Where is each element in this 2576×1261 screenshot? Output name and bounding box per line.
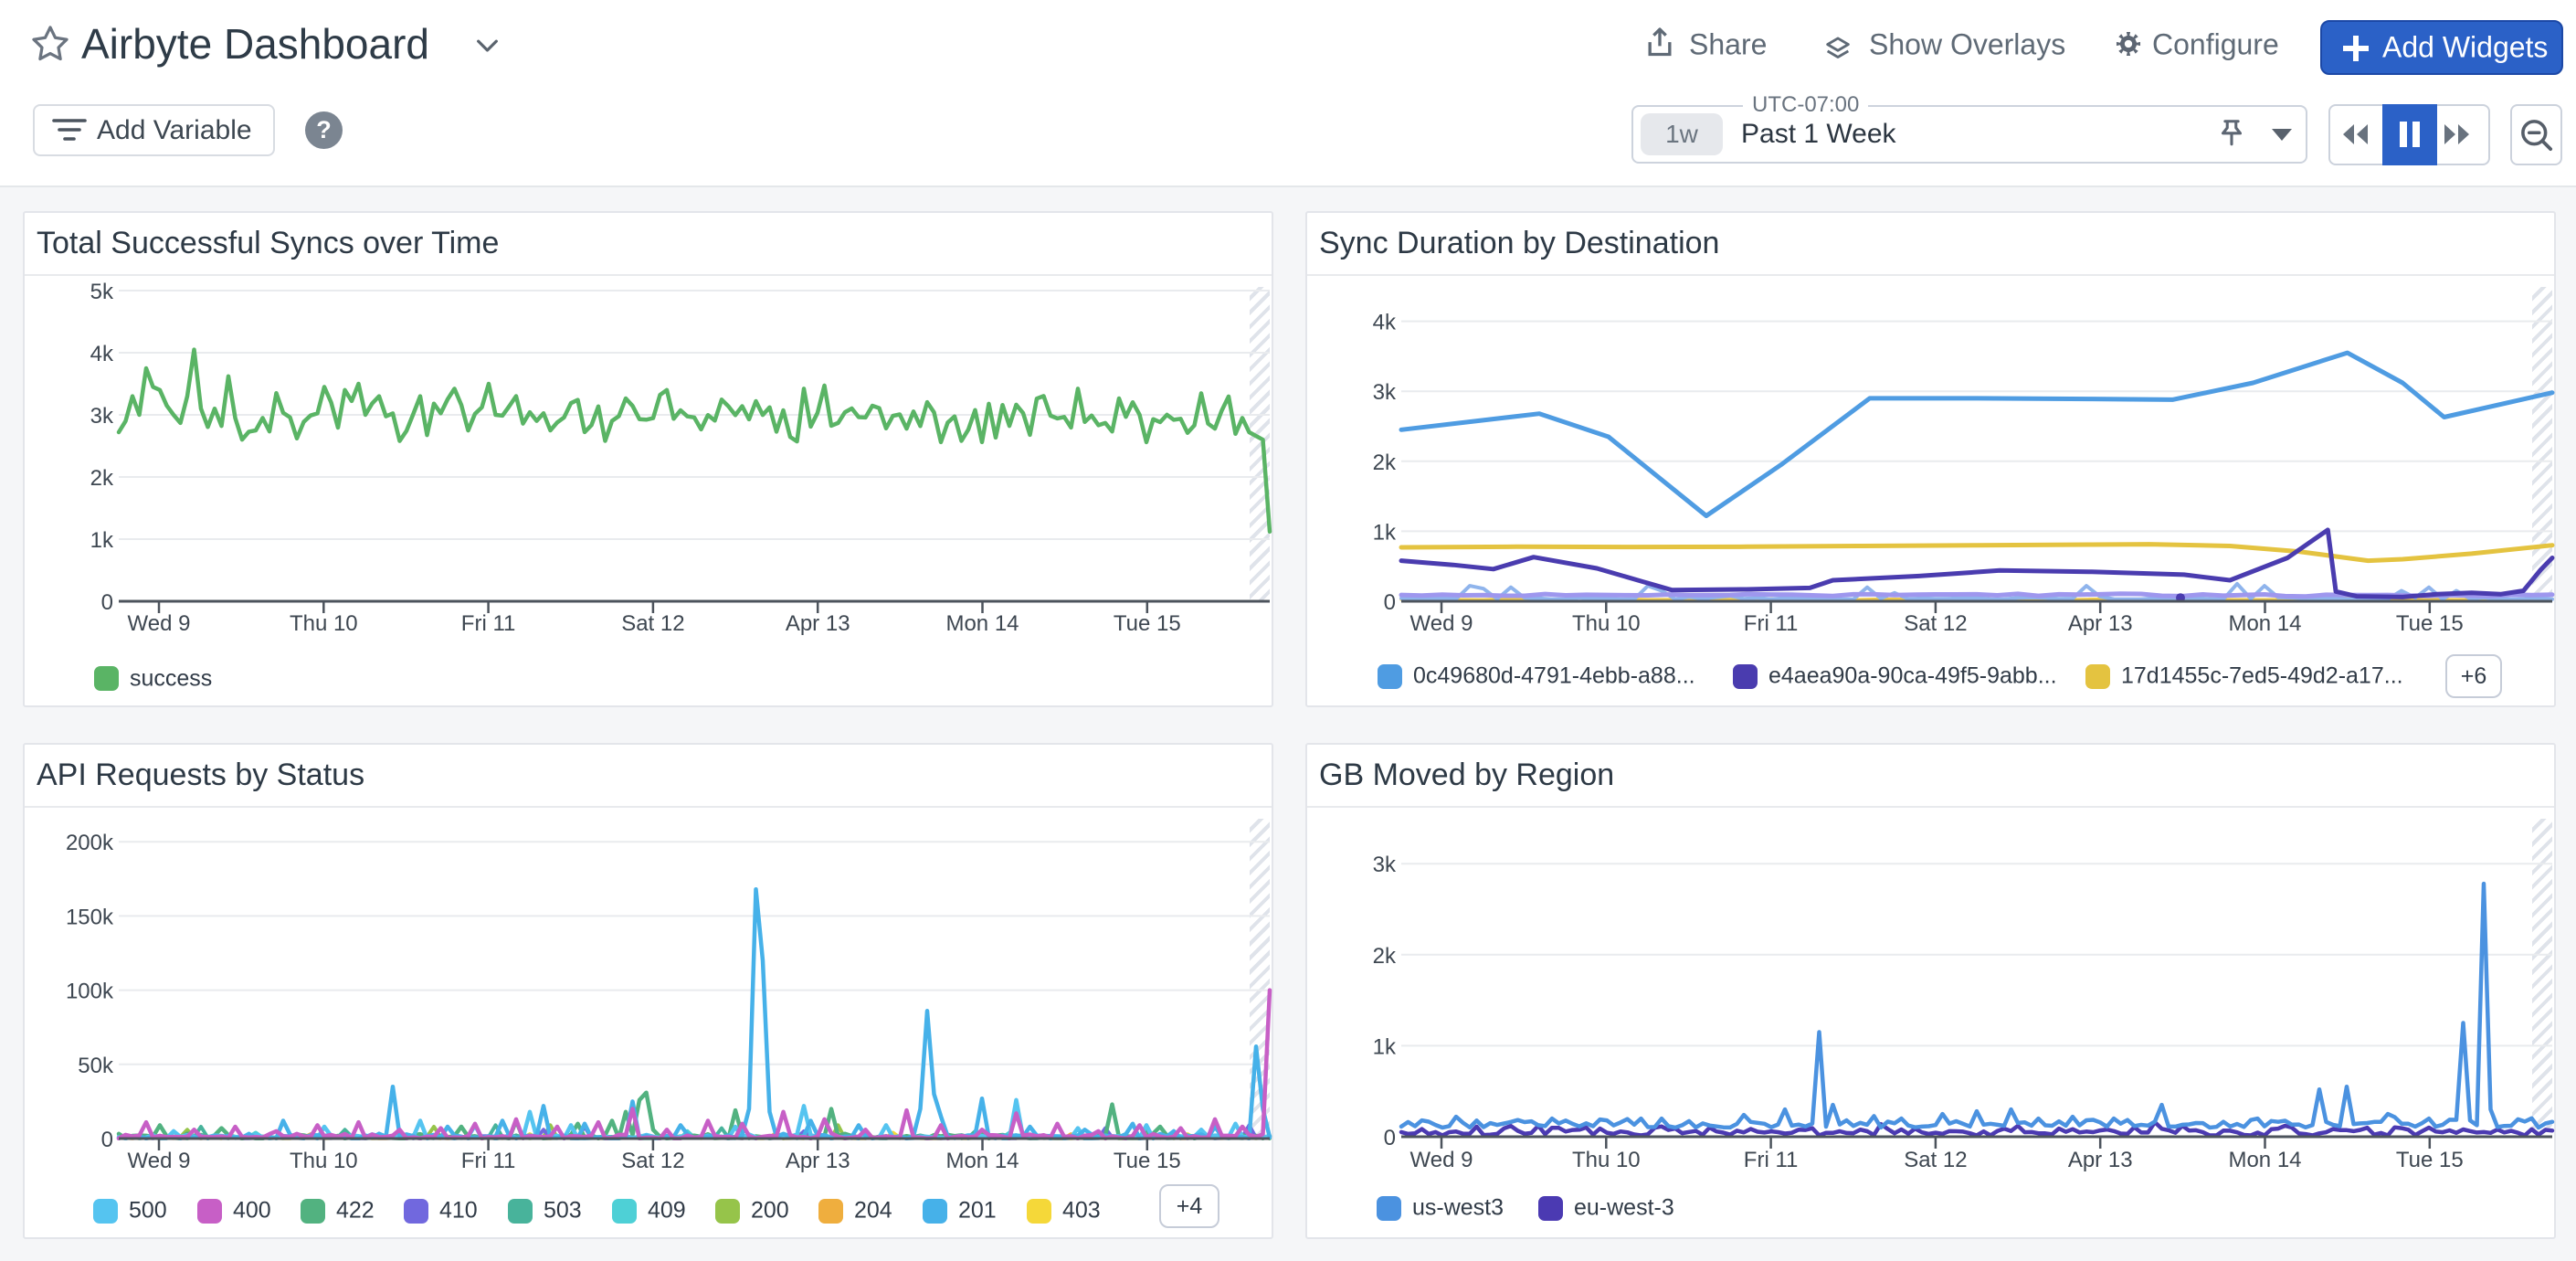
svg-text:3k: 3k [1373, 853, 1397, 877]
svg-text:Apr 13: Apr 13 [786, 611, 850, 636]
svg-text:0: 0 [1384, 590, 1396, 615]
svg-text:1k: 1k [1373, 520, 1397, 545]
svg-text:2k: 2k [1373, 450, 1397, 475]
svg-text:1k: 1k [90, 528, 114, 553]
svg-text:Fri 11: Fri 11 [461, 611, 516, 636]
svg-text:Fri 11: Fri 11 [1744, 611, 1799, 636]
svg-text:0: 0 [1384, 1126, 1396, 1150]
svg-text:Apr 13: Apr 13 [786, 1149, 850, 1173]
svg-text:Wed 9: Wed 9 [128, 611, 191, 636]
svg-text:3k: 3k [1373, 380, 1397, 405]
svg-text:Apr 13: Apr 13 [2068, 1148, 2133, 1172]
svg-text:4k: 4k [1373, 311, 1397, 335]
svg-text:Tue 15: Tue 15 [1114, 611, 1181, 636]
svg-text:Thu 10: Thu 10 [290, 611, 358, 636]
svg-text:150k: 150k [66, 905, 114, 929]
svg-text:Fri 11: Fri 11 [1744, 1148, 1799, 1172]
svg-text:Sat 12: Sat 12 [1904, 1148, 1967, 1172]
svg-text:0: 0 [101, 590, 113, 615]
svg-text:Wed 9: Wed 9 [1410, 611, 1473, 636]
svg-text:Thu 10: Thu 10 [1572, 611, 1641, 636]
svg-text:Sat 12: Sat 12 [1904, 611, 1967, 636]
svg-text:1k: 1k [1373, 1034, 1397, 1059]
svg-text:Tue 15: Tue 15 [1114, 1149, 1181, 1173]
svg-text:Mon 14: Mon 14 [2228, 1148, 2301, 1172]
svg-text:Tue 15: Tue 15 [2396, 611, 2464, 636]
svg-text:3k: 3k [90, 404, 114, 429]
svg-text:Tue 15: Tue 15 [2396, 1148, 2464, 1172]
svg-text:0: 0 [101, 1128, 113, 1152]
svg-text:Fri 11: Fri 11 [461, 1149, 516, 1173]
svg-text:Sat 12: Sat 12 [621, 1149, 684, 1173]
svg-text:Apr 13: Apr 13 [2068, 611, 2133, 636]
svg-text:5k: 5k [90, 280, 114, 304]
svg-text:Wed 9: Wed 9 [128, 1149, 191, 1173]
svg-text:2k: 2k [1373, 944, 1397, 969]
svg-text:200k: 200k [66, 831, 114, 855]
svg-text:Mon 14: Mon 14 [945, 1149, 1019, 1173]
svg-text:4k: 4k [90, 342, 114, 366]
svg-text:Thu 10: Thu 10 [1572, 1148, 1641, 1172]
svg-text:100k: 100k [66, 980, 114, 1004]
svg-text:Sat 12: Sat 12 [621, 611, 684, 636]
svg-text:Wed 9: Wed 9 [1410, 1148, 1473, 1172]
svg-text:Thu 10: Thu 10 [290, 1149, 358, 1173]
svg-text:2k: 2k [90, 466, 114, 491]
svg-text:Mon 14: Mon 14 [2228, 611, 2301, 636]
svg-text:50k: 50k [78, 1054, 114, 1078]
svg-text:Mon 14: Mon 14 [945, 611, 1019, 636]
